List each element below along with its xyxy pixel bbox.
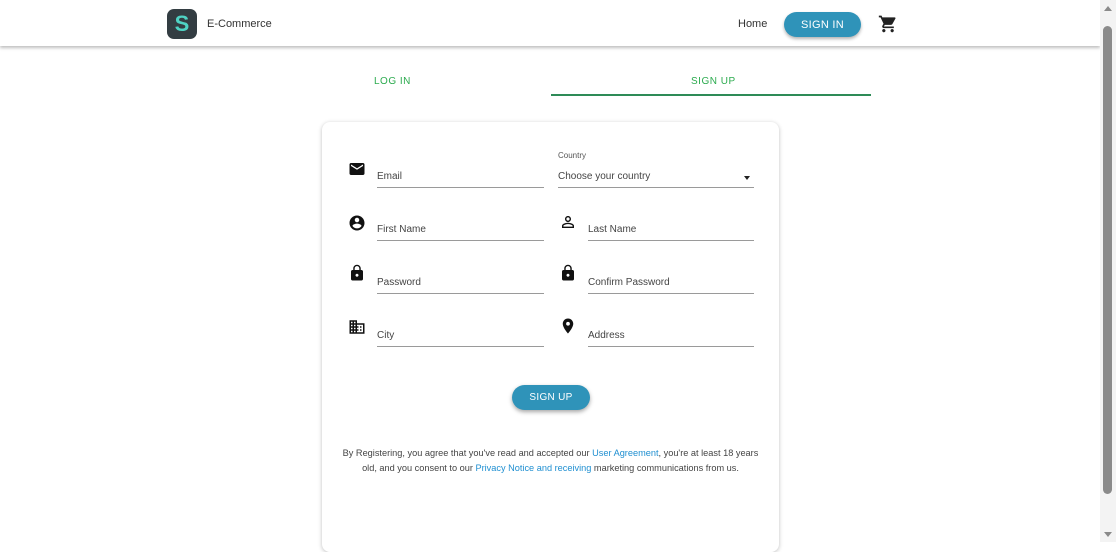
scroll-down-arrow-icon[interactable] bbox=[1104, 532, 1112, 537]
address-field[interactable]: Address bbox=[588, 326, 754, 347]
address-underline bbox=[588, 346, 754, 347]
logo-letter: S bbox=[174, 11, 190, 36]
first-name-field[interactable]: First Name bbox=[377, 220, 544, 241]
country-underline bbox=[558, 187, 754, 188]
last-name-label: Last Name bbox=[588, 224, 637, 235]
city-underline bbox=[377, 346, 544, 347]
password-label: Password bbox=[377, 277, 421, 288]
city-label: City bbox=[377, 330, 395, 341]
confirm-password-field[interactable]: Confirm Password bbox=[588, 273, 754, 294]
envelope-icon bbox=[349, 163, 365, 175]
scroll-thumb[interactable] bbox=[1103, 26, 1112, 494]
legal-text-1: By Registering, you agree that you've re… bbox=[342, 448, 593, 458]
email-underline bbox=[377, 187, 544, 188]
user-agreement-link[interactable]: User Agreement bbox=[592, 448, 658, 458]
tab-log-in[interactable]: LOG IN bbox=[374, 76, 411, 87]
active-tab-indicator bbox=[551, 94, 871, 96]
nav-home-link[interactable]: Home bbox=[738, 18, 767, 30]
brand-name[interactable]: E-Commerce bbox=[207, 18, 272, 30]
building-icon bbox=[349, 320, 365, 334]
password-field[interactable]: Password bbox=[377, 273, 544, 294]
address-label: Address bbox=[588, 330, 625, 341]
person-outline-icon bbox=[562, 216, 574, 228]
confirm-password-label: Confirm Password bbox=[588, 277, 670, 288]
email-label: Email bbox=[377, 171, 403, 182]
country-value: Choose your country bbox=[558, 171, 651, 182]
lock-icon bbox=[562, 264, 574, 281]
first-name-label: First Name bbox=[377, 224, 426, 235]
sign-up-button[interactable]: SIGN UP bbox=[512, 385, 590, 410]
country-select[interactable]: Choose your country bbox=[558, 167, 754, 188]
email-field[interactable]: Email bbox=[377, 167, 544, 188]
last-name-underline bbox=[588, 240, 754, 241]
shopping-cart-icon[interactable] bbox=[878, 14, 898, 34]
password-underline bbox=[377, 293, 544, 294]
last-name-field[interactable]: Last Name bbox=[588, 220, 754, 241]
legal-text-3: marketing communications from us. bbox=[591, 463, 739, 473]
top-app-bar: S E-Commerce Home SIGN IN bbox=[0, 0, 1100, 46]
vertical-scrollbar[interactable] bbox=[1100, 0, 1116, 542]
confirm-password-underline bbox=[588, 293, 754, 294]
sign-in-button[interactable]: SIGN IN bbox=[784, 12, 861, 37]
legal-notice: By Registering, you agree that you've re… bbox=[338, 446, 763, 476]
privacy-notice-link[interactable]: Privacy Notice and receiving bbox=[475, 463, 591, 473]
location-pin-icon bbox=[562, 318, 574, 334]
dropdown-arrow-icon bbox=[744, 176, 750, 180]
scroll-up-arrow-icon[interactable] bbox=[1104, 6, 1112, 11]
brand-logo[interactable]: S bbox=[167, 9, 197, 39]
country-caption: Country bbox=[558, 151, 587, 160]
account-circle-icon bbox=[349, 215, 365, 231]
tab-sign-up[interactable]: SIGN UP bbox=[691, 76, 736, 87]
city-field[interactable]: City bbox=[377, 326, 544, 347]
lock-icon bbox=[351, 264, 363, 281]
signup-card: Email Country Choose your country First … bbox=[322, 122, 779, 552]
first-name-underline bbox=[377, 240, 544, 241]
